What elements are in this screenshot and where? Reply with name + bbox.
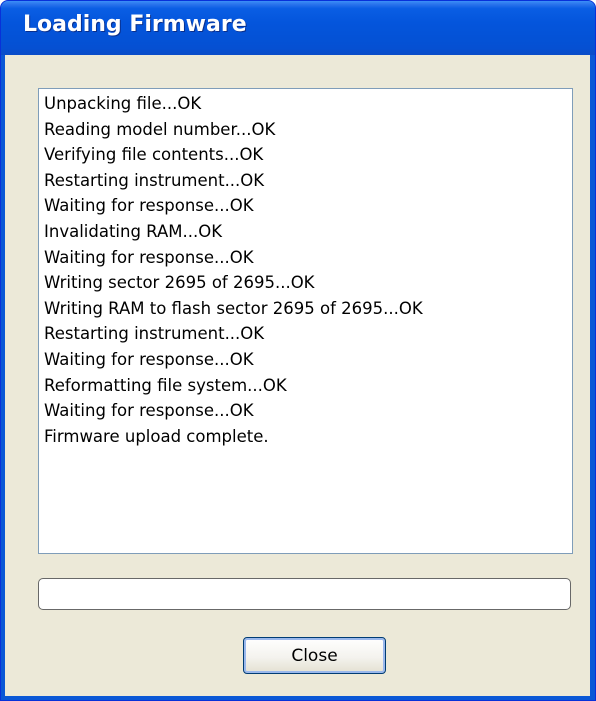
log-output[interactable]: Unpacking file...OK Reading model number… (38, 88, 573, 554)
log-line: Writing sector 2695 of 2695...OK (44, 273, 315, 293)
log-line: Verifying file contents...OK (44, 145, 264, 165)
title-bar[interactable]: Loading Firmware (1, 1, 595, 55)
window-title: Loading Firmware (23, 12, 247, 37)
log-list: Unpacking file...OK Reading model number… (39, 89, 572, 449)
log-line: Writing RAM to flash sector 2695 of 2695… (44, 298, 423, 318)
log-line: Waiting for response...OK (44, 401, 254, 421)
log-line: Waiting for response...OK (44, 196, 254, 216)
log-line: Firmware upload complete. (44, 426, 269, 446)
firmware-dialog: Loading Firmware Unpacking file...OK Rea… (0, 0, 596, 701)
log-line: Unpacking file...OK (44, 94, 202, 113)
log-line: Waiting for response...OK (44, 349, 254, 369)
log-line: Waiting for response...OK (44, 247, 254, 267)
log-line: Invalidating RAM...OK (44, 221, 223, 241)
log-line: Restarting instrument...OK (44, 170, 265, 190)
log-line: Reading model number...OK (44, 119, 276, 139)
log-line: Reformatting file system...OK (44, 375, 287, 395)
progress-bar (38, 578, 571, 610)
dialog-body: Unpacking file...OK Reading model number… (5, 55, 590, 696)
close-button[interactable]: Close (243, 637, 386, 674)
log-line: Restarting instrument...OK (44, 324, 265, 344)
